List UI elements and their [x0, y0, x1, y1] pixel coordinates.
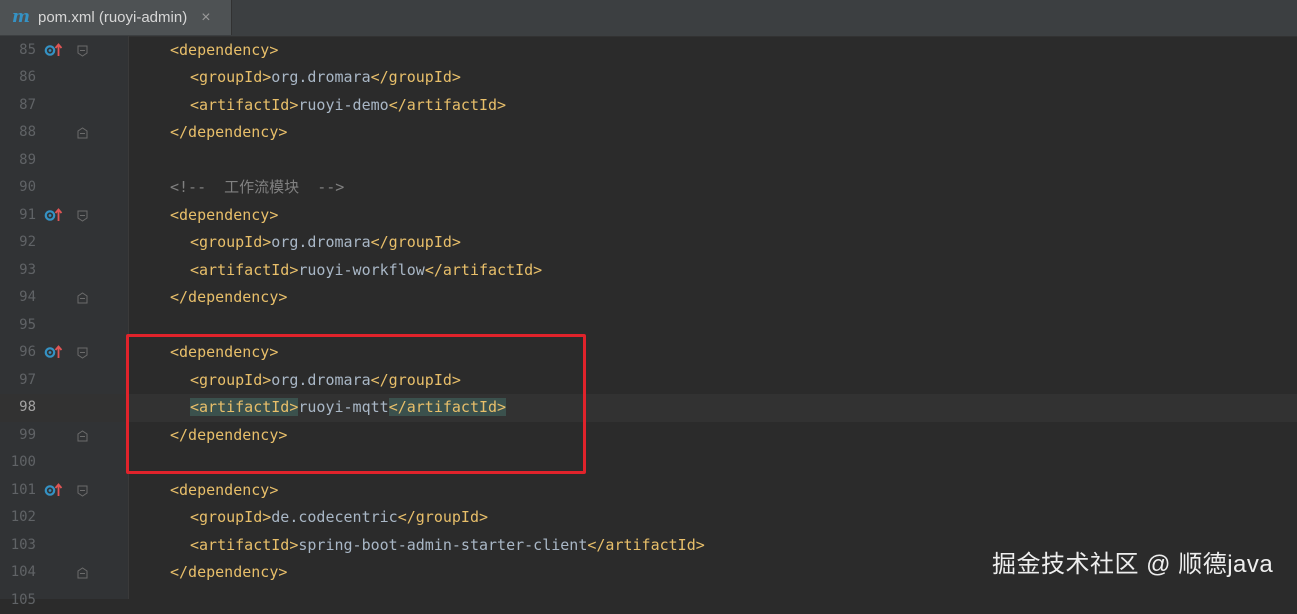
line-number: 87: [0, 92, 36, 120]
fold-start-icon[interactable]: [77, 45, 88, 57]
xml-tag: </groupId>: [398, 508, 488, 526]
tab-pom-xml[interactable]: m pom.xml (ruoyi-admin) ×: [0, 0, 232, 35]
close-icon[interactable]: ×: [201, 9, 210, 27]
fold-start-icon[interactable]: [77, 210, 88, 222]
xml-tag: <artifactId>: [190, 261, 298, 279]
line-number: 101: [0, 477, 36, 505]
code-line[interactable]: 93 <artifactId>ruoyi-workflow</artifactId…: [0, 257, 1297, 285]
line-number: 102: [0, 504, 36, 532]
xml-tag: </dependency>: [170, 563, 287, 581]
code-text: <groupId>org.dromara</groupId>: [190, 229, 461, 257]
code-line[interactable]: 88 </dependency>: [0, 119, 1297, 147]
line-number: 86: [0, 64, 36, 92]
line-number: 85: [0, 37, 36, 65]
overrides-icon[interactable]: [44, 345, 64, 359]
code-line[interactable]: 105: [0, 587, 1297, 614]
code-line[interactable]: 85 <dependency>: [0, 37, 1297, 65]
xml-tag: <groupId>: [190, 508, 271, 526]
xml-comment: <!-- 工作流模块 -->: [170, 178, 344, 196]
xml-tag: <dependency>: [170, 206, 278, 224]
code-line[interactable]: 89: [0, 147, 1297, 175]
code-text: <groupId>org.dromara</groupId>: [190, 64, 461, 92]
xml-tag: <artifactId>: [190, 96, 298, 114]
xml-tag: </groupId>: [371, 68, 461, 86]
line-number: 91: [0, 202, 36, 230]
xml-value: ruoyi-demo: [298, 96, 388, 114]
code-line[interactable]: 94 </dependency>: [0, 284, 1297, 312]
line-number: 96: [0, 339, 36, 367]
code-text: <dependency>: [170, 477, 278, 505]
fold-end-icon[interactable]: [77, 292, 88, 304]
code-text: <dependency>: [170, 202, 278, 230]
code-line[interactable]: 86 <groupId>org.dromara</groupId>: [0, 64, 1297, 92]
code-text: <!-- 工作流模块 -->: [170, 174, 344, 202]
line-number: 104: [0, 559, 36, 587]
xml-value: spring-boot-admin-starter-client: [298, 536, 587, 554]
line-number: 95: [0, 312, 36, 340]
code-text: </dependency>: [170, 284, 287, 312]
line-number: 89: [0, 147, 36, 175]
fold-end-icon[interactable]: [77, 127, 88, 139]
line-number: 99: [0, 422, 36, 450]
code-line[interactable]: 91 <dependency>: [0, 202, 1297, 230]
code-text: <dependency>: [170, 37, 278, 65]
code-line[interactable]: 92 <groupId>org.dromara</groupId>: [0, 229, 1297, 257]
fold-end-icon[interactable]: [77, 430, 88, 442]
code-text: <artifactId>ruoyi-demo</artifactId>: [190, 92, 506, 120]
code-line[interactable]: 90 <!-- 工作流模块 -->: [0, 174, 1297, 202]
line-number: 100: [0, 449, 36, 477]
maven-m-icon: m: [12, 9, 30, 26]
tab-title: pom.xml (ruoyi-admin): [38, 9, 187, 26]
xml-value: ruoyi-workflow: [298, 261, 424, 279]
code-line[interactable]: 102 <groupId>de.codecentric</groupId>: [0, 504, 1297, 532]
overrides-icon[interactable]: [44, 43, 64, 57]
line-number: 94: [0, 284, 36, 312]
line-number: 93: [0, 257, 36, 285]
xml-tag: </artifactId>: [587, 536, 704, 554]
code-line[interactable]: 101 <dependency>: [0, 477, 1297, 505]
watermark: 掘金技术社区 @ 顺德java: [992, 548, 1273, 582]
code-text: <artifactId>spring-boot-admin-starter-cl…: [190, 532, 705, 560]
code-editor[interactable]: 85<dependency>86<groupId>org.dromara</gr…: [0, 36, 1297, 599]
xml-tag: </artifactId>: [425, 261, 542, 279]
xml-tag: <groupId>: [190, 233, 271, 251]
xml-value: de.codecentric: [271, 508, 397, 526]
xml-tag: </dependency>: [170, 288, 287, 306]
line-number: 88: [0, 119, 36, 147]
line-number: 103: [0, 532, 36, 560]
xml-value: org.dromara: [271, 233, 370, 251]
xml-tag: <dependency>: [170, 481, 278, 499]
line-number: 92: [0, 229, 36, 257]
code-text: <groupId>de.codecentric</groupId>: [190, 504, 488, 532]
overrides-icon[interactable]: [44, 208, 64, 222]
code-text: </dependency>: [170, 119, 287, 147]
xml-tag: <dependency>: [170, 41, 278, 59]
line-number: 105: [0, 587, 36, 614]
xml-tag: <artifactId>: [190, 536, 298, 554]
fold-end-icon[interactable]: [77, 567, 88, 579]
code-line[interactable]: 87 <artifactId>ruoyi-demo</artifactId>: [0, 92, 1297, 120]
xml-value: org.dromara: [271, 68, 370, 86]
xml-tag: </dependency>: [170, 123, 287, 141]
line-number: 98: [0, 394, 36, 422]
xml-tag: </artifactId>: [389, 96, 506, 114]
overrides-icon[interactable]: [44, 483, 64, 497]
editor-tab-bar: m pom.xml (ruoyi-admin) ×: [0, 0, 1297, 37]
line-number: 90: [0, 174, 36, 202]
xml-tag: </groupId>: [371, 233, 461, 251]
highlight-box: [126, 334, 586, 474]
code-text: <artifactId>ruoyi-workflow</artifactId>: [190, 257, 542, 285]
code-text: </dependency>: [170, 559, 287, 587]
line-number: 97: [0, 367, 36, 395]
xml-tag: <groupId>: [190, 68, 271, 86]
fold-start-icon[interactable]: [77, 347, 88, 359]
fold-start-icon[interactable]: [77, 485, 88, 497]
